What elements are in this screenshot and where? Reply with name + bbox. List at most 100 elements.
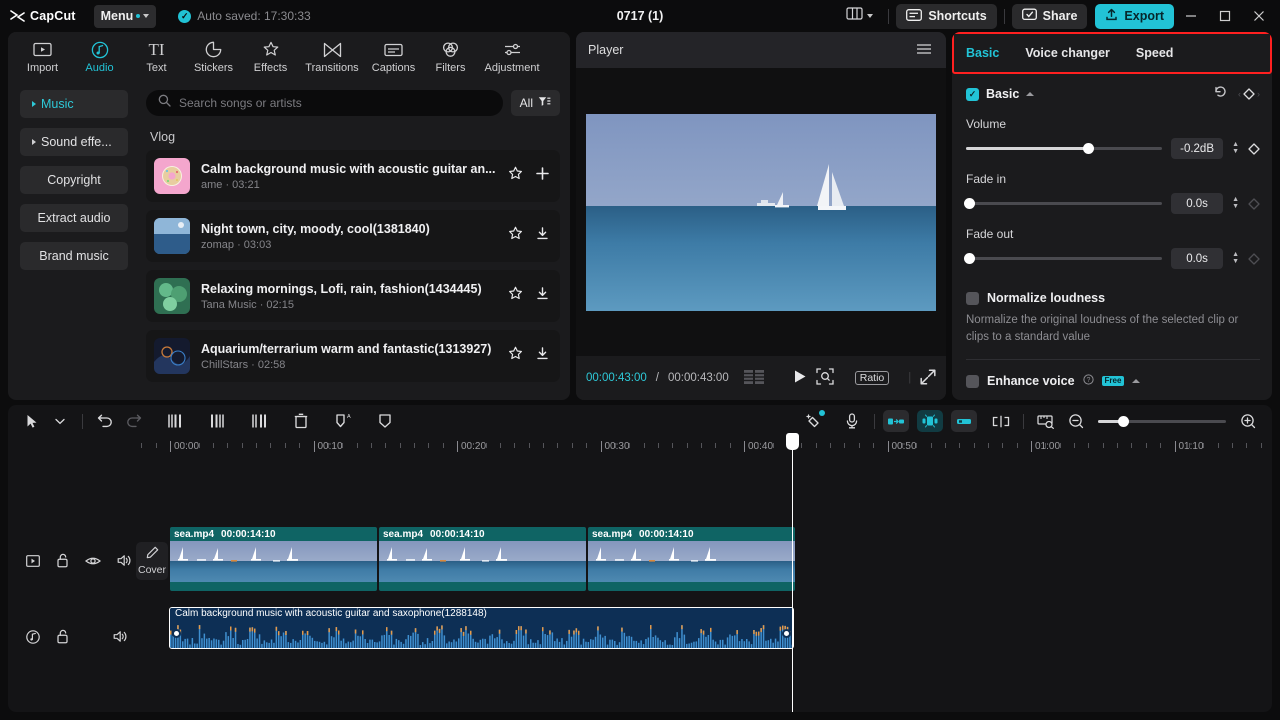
list-item[interactable]: Aquarium/terrarium warm and fantastic(13… [146, 330, 560, 382]
timeline-ruler[interactable]: 00:00 00:10 00:20 00:30 00:40 00:50 01:00 01:10 [8, 437, 1272, 461]
tab-voice-changer[interactable]: Voice changer [1025, 46, 1110, 60]
shortcuts-button[interactable]: Shortcuts [896, 3, 997, 29]
list-item[interactable]: Calm background music with acoustic guit… [146, 150, 560, 202]
filter-all-button[interactable]: All [510, 90, 560, 116]
normalize-loudness-row[interactable]: Normalize loudness [966, 291, 1260, 305]
zoom-out-icon[interactable] [1062, 407, 1090, 435]
volume-keyframe-icon[interactable] [1248, 142, 1260, 155]
nav-tab-effects[interactable]: Effects [242, 33, 299, 81]
play-icon[interactable] [793, 369, 807, 387]
video-clip[interactable]: sea.mp4 00:00:14:10 [588, 527, 795, 591]
nav-tab-transitions[interactable]: Transitions [299, 33, 365, 81]
magnifier-icon[interactable] [816, 368, 834, 388]
frames-icon[interactable] [743, 369, 766, 387]
nav-tab-captions[interactable]: Captions [365, 33, 422, 81]
split-right-icon[interactable] [203, 407, 231, 435]
enhance-voice-checkbox[interactable] [966, 374, 979, 388]
sidebar-item-sound-effects[interactable]: Sound effe... [20, 128, 128, 156]
auto-cut-icon[interactable] [917, 410, 943, 432]
normalize-checkbox[interactable] [966, 291, 979, 305]
sidebar-item-copyright[interactable]: Copyright [20, 166, 128, 194]
fade-out-stepper[interactable]: ▲ ▼ [1232, 251, 1239, 265]
search-input[interactable]: Search songs or artists [146, 90, 503, 116]
split-left-icon[interactable] [161, 407, 189, 435]
audio-clip[interactable]: Calm background music with acoustic guit… [169, 607, 794, 649]
chevron-up-icon[interactable] [1132, 379, 1141, 384]
star-icon[interactable] [508, 226, 523, 246]
audio-clip-handle-right[interactable] [782, 629, 791, 638]
fade-out-slider[interactable] [964, 253, 1163, 264]
nav-tab-filters[interactable]: Filters [422, 33, 479, 81]
fade-in-keyframe-icon[interactable] [1248, 197, 1260, 210]
fade-in-stepper[interactable]: ▲ ▼ [1232, 196, 1239, 210]
keyframe-icon[interactable]: ‹ › [1238, 88, 1260, 100]
zoom-slider[interactable] [1098, 415, 1226, 427]
chevron-up-icon[interactable] [1026, 92, 1035, 96]
star-icon[interactable] [508, 286, 523, 306]
ai-mask-icon[interactable]: AI [329, 407, 357, 435]
video-clip[interactable]: sea.mp4 00:00:14:10 [170, 527, 377, 591]
align-left-icon[interactable] [883, 410, 909, 432]
menu-button[interactable]: Menu [93, 4, 157, 28]
volume-value[interactable]: -0.2dB [1171, 138, 1224, 159]
split-clip-icon[interactable] [987, 407, 1015, 435]
playhead[interactable] [786, 433, 799, 712]
fade-out-value[interactable]: 0.0s [1171, 248, 1224, 269]
reset-icon[interactable] [1213, 84, 1228, 104]
help-icon[interactable]: ? [1082, 372, 1094, 390]
nav-tab-text[interactable]: TI Text [128, 33, 185, 81]
export-button[interactable]: Export [1095, 3, 1174, 29]
volume-stepper[interactable]: ▲ ▼ [1232, 141, 1239, 155]
zoom-in-icon[interactable] [1234, 407, 1262, 435]
fade-in-value[interactable]: 0.0s [1171, 193, 1224, 214]
audio-clip-handle-left[interactable] [172, 629, 181, 638]
fade-in-slider-knob[interactable] [964, 198, 975, 209]
nav-tab-adjustment[interactable]: Adjustment [479, 33, 545, 81]
download-icon[interactable] [535, 286, 550, 306]
fade-out-keyframe-icon[interactable] [1248, 252, 1260, 265]
minimize-button[interactable] [1174, 0, 1208, 32]
close-button[interactable] [1242, 0, 1276, 32]
delete-icon[interactable] [287, 407, 315, 435]
fullscreen-icon[interactable] [920, 368, 936, 388]
star-icon[interactable] [508, 166, 523, 186]
ruler-icon[interactable] [1032, 407, 1060, 435]
chevron-down-icon[interactable] [46, 407, 74, 435]
sidebar-item-brand-music[interactable]: Brand music [20, 242, 128, 270]
list-item[interactable]: Relaxing mornings, Lofi, rain, fashion(1… [146, 270, 560, 322]
select-arrow-icon[interactable] [18, 407, 46, 435]
tab-basic[interactable]: Basic [966, 46, 999, 60]
nav-tab-stickers[interactable]: Stickers [185, 33, 242, 81]
download-icon[interactable] [535, 226, 550, 246]
tab-speed[interactable]: Speed [1136, 46, 1174, 60]
zoom-slider-knob[interactable] [1118, 415, 1129, 427]
layout-button[interactable] [838, 4, 881, 28]
mask-icon[interactable] [371, 407, 399, 435]
sidebar-item-extract-audio[interactable]: Extract audio [20, 204, 128, 232]
star-icon[interactable] [508, 346, 523, 366]
video-clip[interactable]: sea.mp4 00:00:14:10 [379, 527, 586, 591]
maximize-button[interactable] [1208, 0, 1242, 32]
sidebar-item-music[interactable]: Music [20, 90, 128, 118]
fade-in-slider[interactable] [964, 198, 1163, 209]
volume-slider-knob[interactable] [1082, 143, 1094, 154]
hamburger-icon[interactable] [916, 43, 932, 58]
split-icon[interactable] [245, 407, 273, 435]
enhance-voice-row[interactable]: Enhance voice ? Free [966, 372, 1260, 390]
nav-tab-audio[interactable]: Audio [71, 33, 128, 81]
share-button[interactable]: Share [1011, 3, 1088, 29]
plus-icon[interactable] [535, 166, 550, 186]
fade-out-slider-knob[interactable] [964, 253, 975, 264]
basic-checkbox[interactable]: ✓ [966, 87, 979, 101]
playhead-handle[interactable] [786, 433, 799, 450]
nav-tab-import[interactable]: Import [14, 33, 71, 81]
align-right-icon[interactable] [951, 410, 977, 432]
microphone-icon[interactable] [838, 407, 866, 435]
undo-icon[interactable] [91, 407, 119, 435]
download-icon[interactable] [535, 346, 550, 366]
auto-magic-icon[interactable] [800, 407, 828, 435]
volume-slider[interactable] [966, 143, 1163, 154]
player-stage[interactable] [576, 68, 946, 356]
list-item[interactable]: Night town, city, moody, cool(1381840) z… [146, 210, 560, 262]
ratio-button[interactable]: Ratio [854, 371, 890, 385]
